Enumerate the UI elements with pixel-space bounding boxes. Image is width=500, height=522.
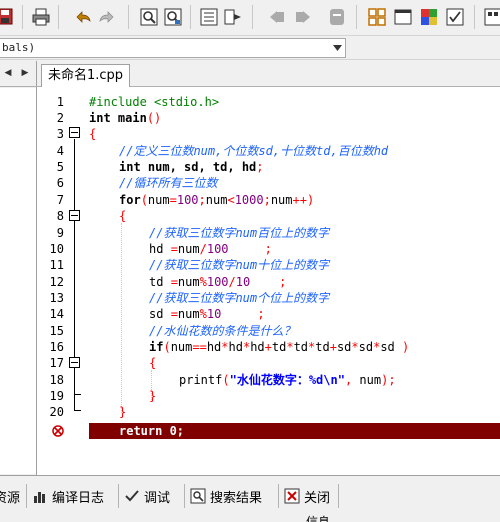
line-number: 5 [56,160,64,174]
fold-toggle-for[interactable] [69,210,80,221]
info-column-header: 信息 [306,515,331,522]
code-line-5: int num, sd, td, hd; [119,160,264,174]
stop-icon[interactable] [326,6,348,28]
fold-toggle-if[interactable] [69,357,80,368]
colors-icon[interactable] [418,6,440,28]
scope-bar: bals) [0,36,500,60]
scope-combo-text: bals) [2,41,36,54]
window-icon[interactable] [392,6,414,28]
main-toolbar [0,0,500,36]
line-number: 8 [56,209,64,223]
debug-next-icon[interactable] [292,6,314,28]
tab-debug[interactable]: 调试 [124,484,170,508]
line-number: 7 [56,193,64,207]
code-line-7: for(num=100;num<1000;num++) [119,193,315,207]
line-number: 10 [49,242,64,256]
code-line-11: //获取三位数字num十位上的数字 [149,258,330,272]
line-number: 6 [56,176,64,190]
code-editor[interactable]: 1 2 3 4 5 6 7 8 9 10 11 12 13 14 15 16 17 18 19 20 #include… [37,87,500,475]
tab-compile-log[interactable]: 编译日志 [32,484,104,508]
code-line-1: #include <stdio.h> [89,95,220,109]
project-panel: ◀ ▶ [0,61,37,475]
compile-log-icon [34,492,45,503]
debug-icon [125,490,139,502]
line-number: 2 [56,111,64,125]
redo-icon[interactable] [96,6,118,28]
line-number: 12 [49,275,64,289]
code-line-12: td =num%100/10 ; [149,275,287,289]
resources-label: 资源 [0,490,21,506]
undo-icon[interactable] [72,6,94,28]
line-number: 15 [49,324,64,338]
editor-tabbar: 未命名1.cpp [37,61,500,87]
debug-label: 调试 [144,490,171,506]
line-number: 11 [49,258,64,272]
search-results-icon [190,488,206,504]
chevron-down-icon[interactable] [329,39,345,57]
line-number: 1 [56,95,64,109]
code-line-6: //循环所有三位数 [119,176,218,190]
code-line-10: hd =num/100 ; [149,242,272,256]
code-line-16: if(num==hd*hd*hd+td*td*td+sd*sd*sd ) [149,340,410,354]
close-icon [284,488,300,504]
tab-close[interactable]: 关闭 [284,484,330,508]
breakpoint-error-icon[interactable] [51,425,65,437]
project-panel-tabs: ◀ ▶ [0,61,37,87]
code-line-18: printf("水仙花数字：%d\n", num); [179,373,396,387]
line-number: 16 [49,340,64,354]
code-line-20: } [119,405,127,419]
line-number: 17 [49,356,64,370]
print-icon[interactable] [30,6,52,28]
code-line-13: //获取三位数字num个位上的数字 [149,291,330,305]
line-number: 14 [49,307,64,321]
find-icon[interactable] [138,6,160,28]
tab-search-results[interactable]: 搜索结果 [190,484,262,508]
code-line-8: { [119,209,127,223]
code-line-19: } [149,389,157,403]
fold-toggle-main[interactable] [69,127,80,138]
arrow-left-icon[interactable]: ◀ [2,67,14,79]
line-number: 18 [49,373,64,387]
save-all-icon[interactable] [0,6,16,28]
compile-log-label: 编译日志 [52,490,105,506]
debug-back-icon[interactable] [266,6,288,28]
options-icon[interactable] [482,6,500,28]
code-line-21: return 0; [119,424,185,438]
scope-combo[interactable]: bals) [0,38,346,58]
line-number: 20 [49,405,64,419]
code-line-14: sd =num%10 ; [149,307,265,321]
project-tree[interactable] [0,88,36,474]
replace-icon[interactable] [162,6,184,28]
tab-untitled-file[interactable]: 未命名1.cpp [41,64,131,87]
run-icon[interactable] [222,6,244,28]
check-icon[interactable] [444,6,466,28]
line-number: 3 [56,127,64,141]
ide-window: bals) ◀ ▶ 未命名1.cpp 1 2 3 4 5 6 7 8 9 10 11 12 13 14 15… [0,0,500,522]
tab-resources[interactable]: 资源 [0,484,20,508]
grid-icon[interactable] [366,6,388,28]
code-line-4: //定义三位数num,个位数sd,十位数td,百位数hd [119,144,389,158]
line-number: 9 [56,226,64,240]
close-label: 关闭 [304,490,331,506]
code-line-3: { [89,127,97,141]
arrow-right-icon[interactable]: ▶ [19,67,31,79]
line-number: 4 [56,144,64,158]
search-results-label: 搜索结果 [210,490,263,506]
line-number: 13 [49,291,64,305]
code-line-15: //水仙花数的条件是什么？ [149,324,296,338]
bottom-panel-tabs: 资源 编译日志 调试 搜索结果 关闭 信息 [0,475,500,522]
code-line-9: //获取三位数字num百位上的数字 [149,226,330,240]
code-line-17: { [149,356,157,370]
compile-icon[interactable] [198,6,220,28]
code-line-2: int main() [89,111,162,125]
line-gutter: 1 2 3 4 5 6 7 8 9 10 11 12 13 14 15 16 17 18 19 20 [37,87,85,475]
line-number: 19 [49,389,64,403]
